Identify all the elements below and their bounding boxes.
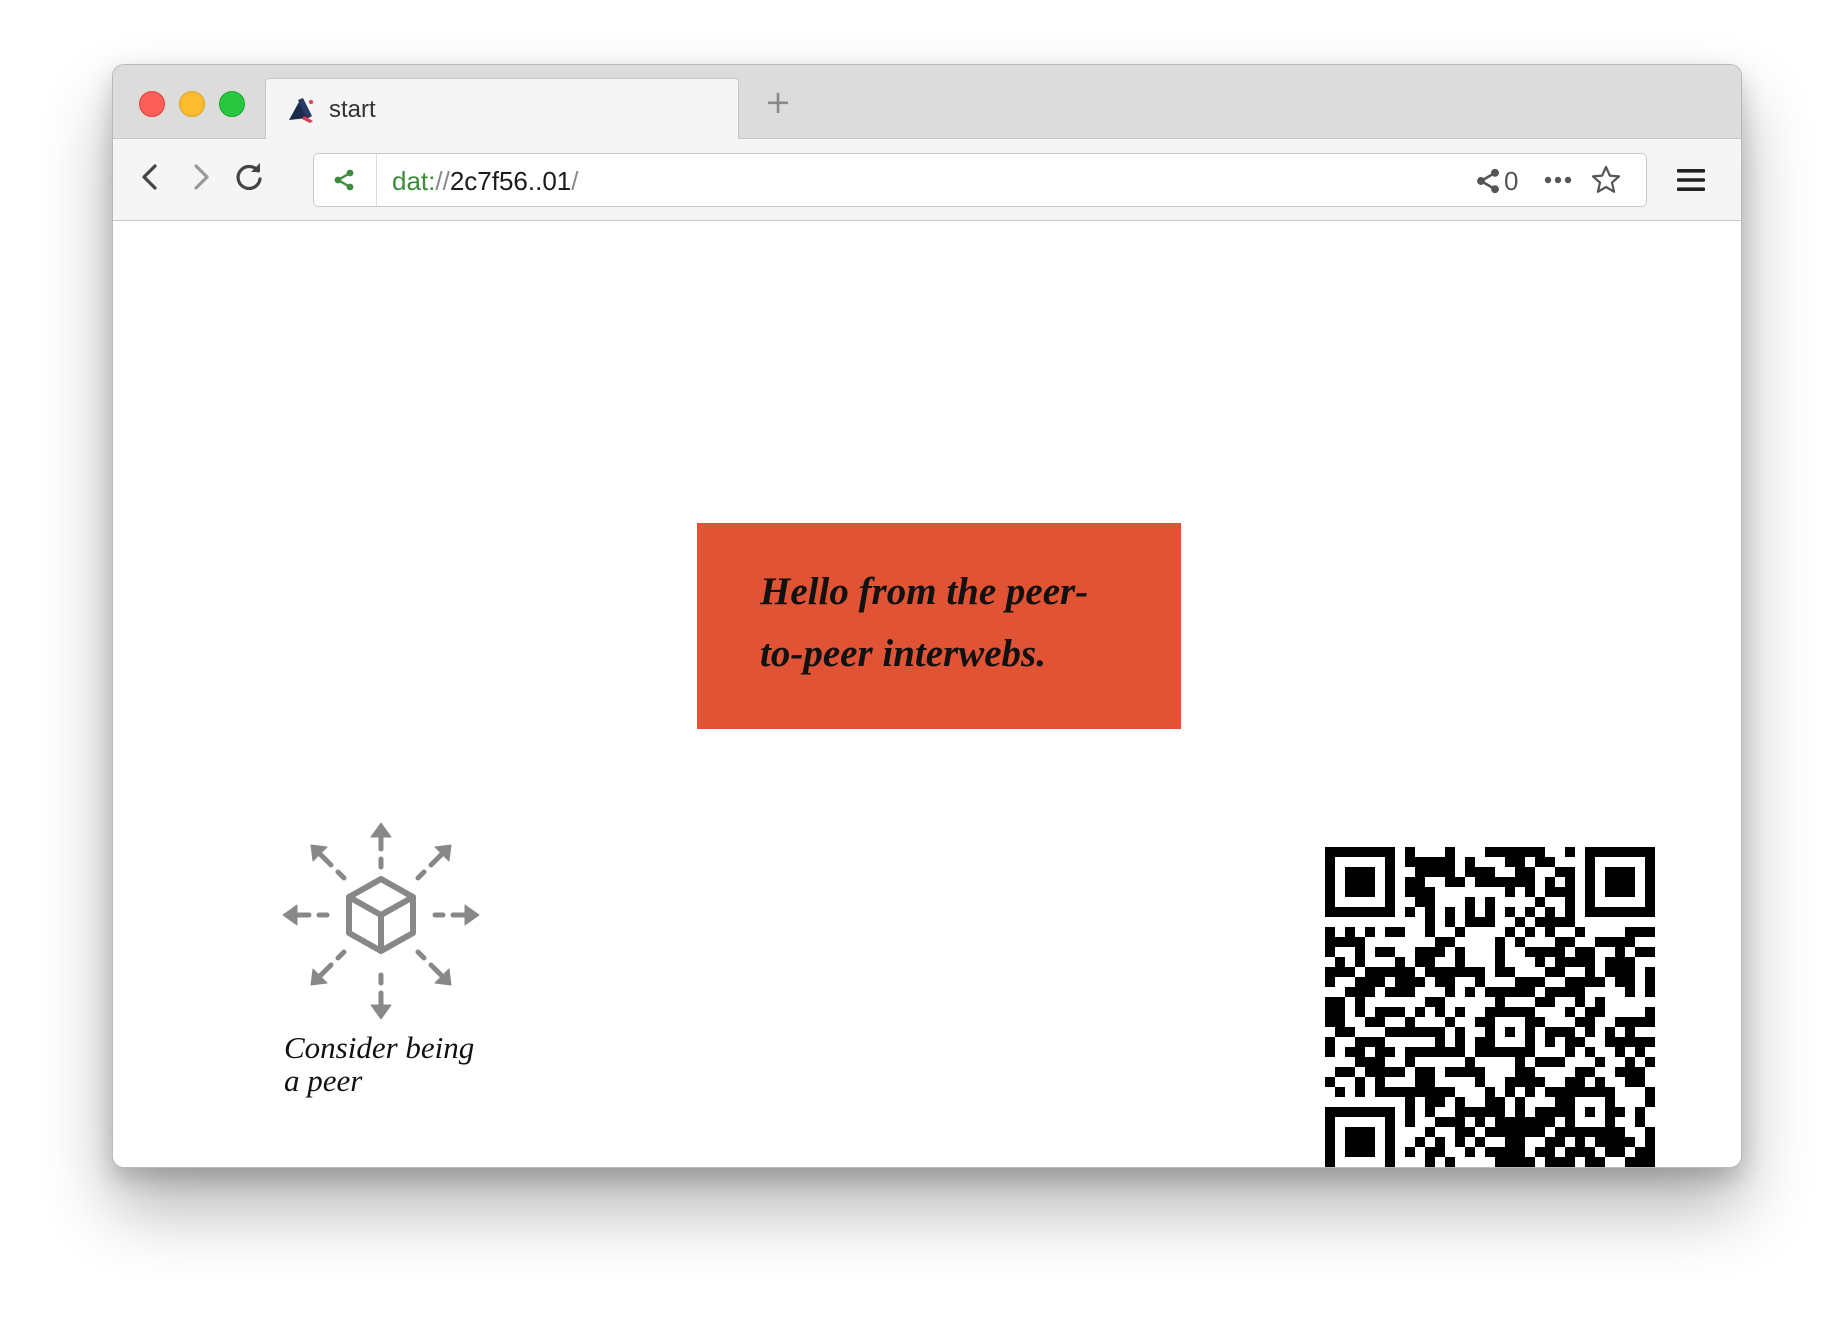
- close-window-button[interactable]: [139, 91, 165, 117]
- url-scheme: dat:: [392, 166, 436, 196]
- url-separator: //: [435, 166, 450, 196]
- share-icon: [334, 169, 354, 191]
- hamburger-menu-icon[interactable]: [1674, 163, 1708, 197]
- browser-window: start + dat://2c7f56..01/ 0 Hello from t…: [112, 64, 1742, 1168]
- hello-line-2: to-peer interwebs.: [760, 632, 1046, 675]
- beaker-icon: [289, 98, 313, 123]
- minimize-window-button[interactable]: [179, 91, 205, 117]
- url-host: 2c7f56..01: [449, 166, 572, 196]
- star-icon[interactable]: [1590, 164, 1622, 196]
- url-bar[interactable]: dat://2c7f56..01/ 0: [313, 153, 1647, 207]
- site-share-button[interactable]: [314, 154, 377, 206]
- distribute-box-icon: [282, 822, 480, 1020]
- caption-line-1: Consider being: [284, 1030, 475, 1065]
- page-content: Hello from the peer- to-peer interwebs.: [113, 221, 1741, 1167]
- forward-icon[interactable]: [180, 157, 220, 197]
- hello-banner: Hello from the peer- to-peer interwebs.: [697, 523, 1181, 729]
- qr-code: [1325, 847, 1655, 1167]
- back-icon[interactable]: [131, 157, 171, 197]
- maximize-window-button[interactable]: [219, 91, 245, 117]
- peer-count: 0: [1504, 166, 1519, 196]
- new-tab-button[interactable]: +: [763, 86, 793, 118]
- hello-line-1: Hello from the peer-: [760, 570, 1089, 613]
- ellipsis-icon[interactable]: [1542, 166, 1574, 194]
- tab-title: start: [329, 96, 376, 123]
- caption-line-2: a peer: [284, 1063, 363, 1098]
- url-text[interactable]: dat://2c7f56..01/: [392, 166, 579, 197]
- reload-icon[interactable]: [229, 157, 269, 197]
- tab-strip: start +: [113, 65, 1741, 139]
- tab-start[interactable]: start: [265, 78, 739, 139]
- peers-share-icon[interactable]: [1474, 167, 1502, 195]
- peer-caption: Consider being a peer: [284, 1031, 504, 1097]
- navigation-toolbar: dat://2c7f56..01/ 0: [113, 139, 1741, 221]
- hello-message: Hello from the peer- to-peer interwebs.: [760, 561, 1141, 685]
- url-trailing-slash: /: [571, 166, 579, 196]
